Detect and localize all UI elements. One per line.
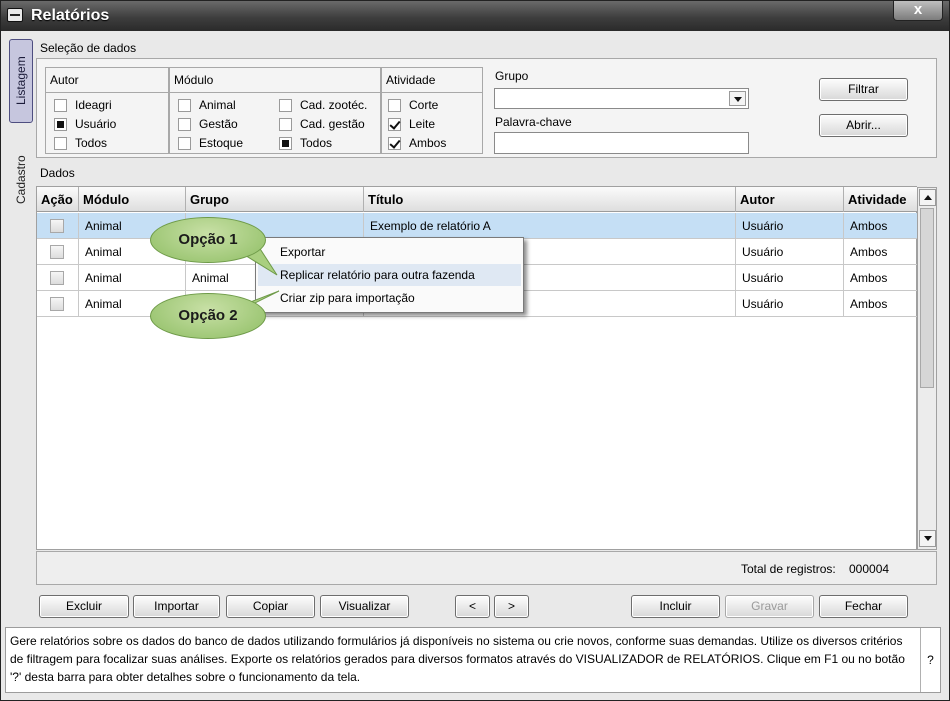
scroll-thumb[interactable]: [920, 208, 934, 388]
grid-header: Ação Módulo Grupo Título Autor Atividade: [37, 187, 917, 212]
checkbox[interactable]: [178, 98, 191, 112]
filter-button[interactable]: Filtrar: [819, 78, 908, 101]
callout-option-2: Opção 2: [150, 293, 266, 339]
window-menu-icon[interactable]: [7, 8, 23, 22]
checkbox[interactable]: [54, 136, 67, 150]
row-action-cell[interactable]: [37, 291, 79, 317]
col-header-atividade[interactable]: Atividade: [844, 187, 917, 212]
autor-filter: Autor Ideagri Usuário Todos: [45, 67, 169, 154]
modulo-filter: Módulo Animal Gestão Estoque Cad. zootéc…: [169, 67, 381, 154]
checkbox[interactable]: [388, 117, 401, 131]
row-atividade: Ambos: [850, 219, 888, 233]
row-titulo: Exemplo de relatório A: [364, 213, 736, 239]
autor-option-todos[interactable]: Todos: [54, 135, 107, 151]
checkbox[interactable]: [279, 117, 292, 131]
checkbox[interactable]: [388, 136, 401, 150]
row-autor: Usuário: [736, 213, 844, 239]
modulo-option-todos[interactable]: Todos: [279, 135, 332, 151]
data-section-label: Dados: [40, 166, 75, 180]
col-header-acao[interactable]: Ação: [37, 187, 79, 212]
grid-scrollbar[interactable]: [917, 187, 937, 550]
modulo-option-estoque[interactable]: Estoque: [178, 135, 243, 151]
row-atividade: Ambos: [850, 297, 888, 311]
autor-title: Autor: [50, 73, 79, 87]
checkbox[interactable]: [279, 136, 292, 150]
checkbox[interactable]: [388, 98, 401, 112]
row-autor: Usuário: [736, 291, 844, 317]
row-checkbox[interactable]: [50, 297, 64, 311]
import-button[interactable]: Importar: [133, 595, 220, 618]
checkbox[interactable]: [54, 98, 67, 112]
chevron-down-icon[interactable]: [729, 91, 746, 106]
row-action-cell[interactable]: [37, 265, 79, 291]
row-checkbox[interactable]: [50, 219, 64, 233]
help-text: Gere relatórios sobre os dados do banco …: [10, 634, 905, 684]
autor-option-usuario[interactable]: Usuário: [54, 116, 116, 132]
checkbox[interactable]: [178, 136, 191, 150]
scroll-down-icon[interactable]: [919, 530, 936, 547]
preview-button[interactable]: Visualizar: [320, 595, 409, 618]
scroll-up-icon[interactable]: [919, 189, 936, 206]
delete-button[interactable]: Excluir: [39, 595, 129, 618]
grid-footer: Total de registros: 000004: [36, 551, 937, 585]
reports-window: Relatórios x Listagem Cadastro Seleção d…: [0, 0, 950, 701]
add-button[interactable]: Incluir: [631, 595, 720, 618]
row-autor: Usuário: [736, 265, 844, 291]
modulo-option-animal[interactable]: Animal: [178, 97, 236, 113]
col-header-modulo[interactable]: Módulo: [79, 187, 186, 212]
next-button[interactable]: >: [494, 595, 529, 618]
total-value: 000004: [849, 562, 890, 576]
row-modulo: Animal: [79, 265, 186, 291]
modulo-option-cad-gestao[interactable]: Cad. gestão: [279, 116, 365, 132]
atividade-filter: Atividade Corte Leite Ambos: [381, 67, 483, 154]
atividade-option-ambos[interactable]: Ambos: [388, 135, 446, 151]
modulo-title: Módulo: [174, 73, 214, 87]
row-autor: Usuário: [736, 239, 844, 265]
modulo-option-cad-zootec[interactable]: Cad. zootéc.: [279, 97, 367, 113]
tab-listagem[interactable]: Listagem: [9, 39, 33, 123]
tab-cadastro[interactable]: Cadastro: [9, 135, 33, 225]
atividade-option-corte[interactable]: Corte: [388, 97, 438, 113]
grupo-select[interactable]: [494, 88, 749, 109]
autor-option-ideagri[interactable]: Ideagri: [54, 97, 112, 113]
grupo-label: Grupo: [495, 69, 529, 83]
close-window-button[interactable]: Fechar: [819, 595, 908, 618]
col-header-grupo[interactable]: Grupo: [186, 187, 364, 212]
modulo-option-gestao[interactable]: Gestão: [178, 116, 238, 132]
save-button[interactable]: Gravar: [725, 595, 814, 618]
checkbox[interactable]: [178, 117, 191, 131]
prev-button[interactable]: <: [455, 595, 490, 618]
selection-section-label: Seleção de dados: [40, 41, 137, 55]
row-action-cell[interactable]: [37, 239, 79, 265]
open-button[interactable]: Abrir...: [819, 114, 908, 137]
keyword-label: Palavra-chave: [495, 115, 572, 129]
row-checkbox[interactable]: [50, 271, 64, 285]
keyword-input[interactable]: [494, 132, 749, 154]
close-button[interactable]: x: [893, 1, 943, 21]
checkbox[interactable]: [279, 98, 292, 112]
row-atividade: Ambos: [850, 271, 888, 285]
callout-option-1: Opção 1: [150, 217, 266, 263]
help-button[interactable]: ?: [920, 628, 940, 692]
window-title: Relatórios: [31, 7, 110, 24]
row-atividade: Ambos: [850, 245, 888, 259]
title-bar: Relatórios x: [1, 1, 949, 31]
side-tabs: Listagem Cadastro: [5, 35, 35, 255]
copy-button[interactable]: Copiar: [226, 595, 315, 618]
col-header-titulo[interactable]: Título: [364, 187, 736, 212]
row-action-cell[interactable]: [37, 213, 79, 239]
row-checkbox[interactable]: [50, 245, 64, 259]
checkbox[interactable]: [54, 117, 67, 131]
atividade-option-leite[interactable]: Leite: [388, 116, 435, 132]
help-panel: Gere relatórios sobre os dados do banco …: [5, 627, 941, 693]
total-label: Total de registros:: [741, 562, 836, 576]
col-header-autor[interactable]: Autor: [736, 187, 844, 212]
atividade-title: Atividade: [386, 73, 436, 87]
